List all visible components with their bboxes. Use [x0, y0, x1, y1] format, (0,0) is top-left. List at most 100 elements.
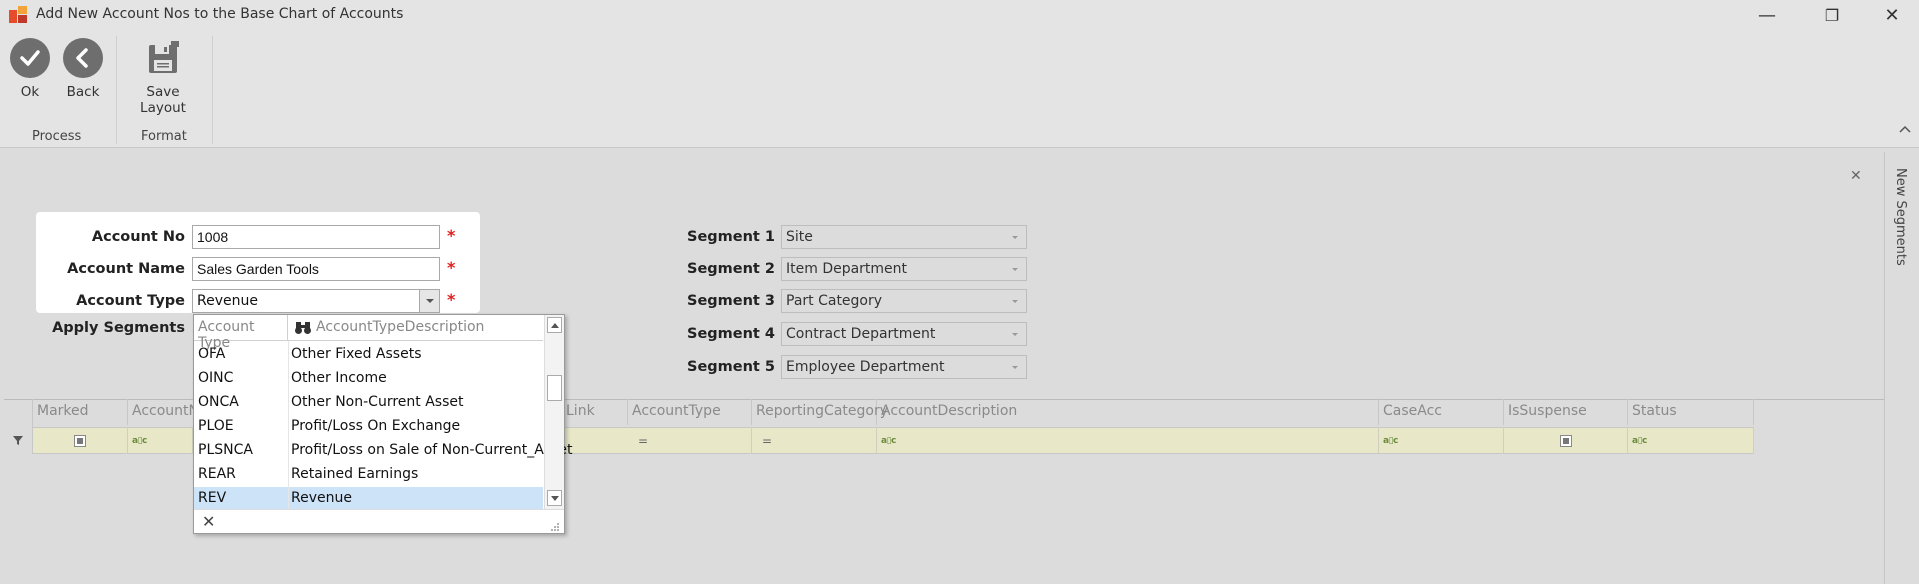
chevron-down-icon[interactable] [419, 290, 439, 312]
segment-2-select[interactable]: Item Department [781, 257, 1027, 281]
segment-1-select[interactable]: Site [781, 225, 1027, 249]
scroll-up-icon[interactable] [547, 317, 562, 333]
chevron-left-icon [63, 38, 103, 78]
dropdown-row[interactable]: OINC Other Income [194, 367, 543, 391]
binoculars-icon [294, 321, 311, 335]
dropdown-scrollbar[interactable] [544, 315, 564, 509]
segment-4-select[interactable]: Contract Department [781, 322, 1027, 346]
segment-1-label: Segment 1 [687, 229, 775, 245]
filter-marked[interactable] [33, 427, 128, 454]
account-name-input[interactable] [192, 257, 440, 281]
account-no-label: Account No [91, 229, 185, 245]
segment-2-label: Segment 2 [687, 261, 775, 277]
ribbon: Ok Back Process Save Layout Format [0, 30, 1919, 148]
filter-checkbox[interactable] [1559, 434, 1572, 447]
close-panel-icon[interactable]: ✕ [1850, 168, 1864, 184]
col-header-caseacc[interactable]: CaseAcc [1379, 399, 1504, 425]
segment-1-value: Site [786, 229, 813, 245]
app-icon [9, 6, 27, 24]
row-desc: Retained Earnings [291, 466, 419, 482]
account-type-value: Revenue [197, 293, 258, 309]
dropdown-col-desc[interactable]: AccountTypeDescription [316, 319, 484, 335]
filter-checkbox[interactable] [74, 434, 86, 447]
filter-icon[interactable] [12, 434, 24, 446]
row-code: PLOE [198, 418, 234, 434]
segment-5-select[interactable]: Employee Department [781, 355, 1027, 379]
segment-2-value: Item Department [786, 261, 908, 277]
equals-filter-icon: = [638, 433, 649, 448]
segment-5-value: Employee Department [786, 359, 945, 375]
filter-issuspense[interactable] [1504, 427, 1628, 454]
row-code: ONCA [198, 394, 239, 410]
filter-accounttype[interactable]: = [628, 427, 752, 454]
collapse-ribbon-icon[interactable] [1898, 122, 1912, 136]
back-button[interactable]: Back [63, 38, 103, 100]
dropdown-col-code[interactable]: Account Type [194, 315, 288, 351]
new-segments-label: New Segments [1893, 168, 1908, 266]
text-filter-icon: a▯c [881, 435, 896, 446]
row-desc: Profit/Loss On Exchange [291, 418, 461, 434]
back-label: Back [66, 84, 100, 100]
filter-status[interactable]: a▯c [1628, 427, 1754, 454]
dropdown-row-selected[interactable]: REV Revenue [194, 487, 543, 511]
title-bar: Add New Account Nos to the Base Chart of… [0, 0, 1919, 30]
dropdown-header: Account Type AccountTypeDescription [194, 315, 543, 351]
resize-grip-icon[interactable] [550, 521, 560, 531]
segment-3-value: Part Category [786, 293, 883, 309]
filter-accountdescription[interactable]: a▯c [877, 427, 1379, 454]
account-name-label: Account Name [67, 261, 185, 277]
row-code: PLSNCA [198, 442, 253, 458]
new-segments-tab[interactable]: New Segments [1884, 152, 1919, 584]
account-type-combo[interactable]: Revenue [192, 289, 440, 313]
segment-3-label: Segment 3 [687, 293, 775, 309]
restore-button[interactable]: ❐ [1805, 0, 1859, 30]
dropdown-row[interactable]: PLSNCA Profit/Loss on Sale of Non-Current… [194, 439, 572, 463]
clear-icon[interactable]: ✕ [202, 512, 215, 531]
required-marker: * [447, 258, 456, 277]
col-header-issuspense[interactable]: IsSuspense [1504, 399, 1628, 425]
scroll-down-icon[interactable] [547, 490, 562, 506]
dropdown-row[interactable]: OFA Other Fixed Assets [194, 343, 543, 367]
row-code: REV [198, 490, 227, 506]
col-header-accountdescription[interactable]: AccountDescription [877, 399, 1379, 425]
dropdown-row[interactable]: REAR Retained Earnings [194, 463, 543, 487]
required-marker: * [447, 226, 456, 245]
col-header-accounttype[interactable]: AccountType [628, 399, 752, 425]
save-layout-button[interactable]: Save Layout [123, 38, 203, 116]
group-process-label: Process [32, 129, 82, 144]
scroll-thumb[interactable] [547, 375, 562, 401]
column-divider [288, 341, 289, 509]
row-code: OFA [198, 346, 226, 362]
row-code: REAR [198, 466, 236, 482]
segment-4-label: Segment 4 [687, 326, 775, 342]
col-header-link[interactable]: Link [562, 399, 628, 425]
required-marker: * [447, 290, 456, 309]
account-no-input[interactable] [192, 225, 440, 249]
equals-filter-icon: = [762, 433, 773, 448]
row-desc: Profit/Loss on Sale of Non-Current_Asset [291, 442, 573, 458]
row-code: OINC [198, 370, 234, 386]
filter-accountnumber[interactable]: a▯c [128, 427, 193, 454]
dropdown-row[interactable]: ONCA Other Non-Current Asset [194, 391, 543, 415]
close-button[interactable]: ✕ [1865, 0, 1919, 30]
segment-5-label: Segment 5 [687, 359, 775, 375]
col-header-status[interactable]: Status [1628, 399, 1754, 425]
ok-button[interactable]: Ok [10, 38, 50, 100]
filter-reportingcategory[interactable]: = [752, 427, 877, 454]
ribbon-separator [212, 36, 213, 144]
save-layout-label: Save Layout [140, 84, 186, 116]
check-icon [10, 38, 50, 78]
minimize-button[interactable]: — [1740, 0, 1794, 30]
text-filter-icon: a▯c [1632, 435, 1647, 446]
segment-3-select[interactable]: Part Category [781, 289, 1027, 313]
col-header-reportingcategory[interactable]: ReportingCategory [752, 399, 888, 425]
col-header-marked[interactable]: Marked [33, 399, 128, 425]
dropdown-row[interactable]: PLOE Profit/Loss On Exchange [194, 415, 543, 439]
account-type-label: Account Type [76, 293, 185, 309]
filter-caseacc[interactable]: a▯c [1379, 427, 1504, 454]
text-filter-icon: a▯c [132, 435, 147, 446]
row-desc: Other Non-Current Asset [291, 394, 464, 410]
row-desc: Other Fixed Assets [291, 346, 422, 362]
dropdown-footer: ✕ [194, 509, 564, 533]
segment-4-value: Contract Department [786, 326, 936, 342]
